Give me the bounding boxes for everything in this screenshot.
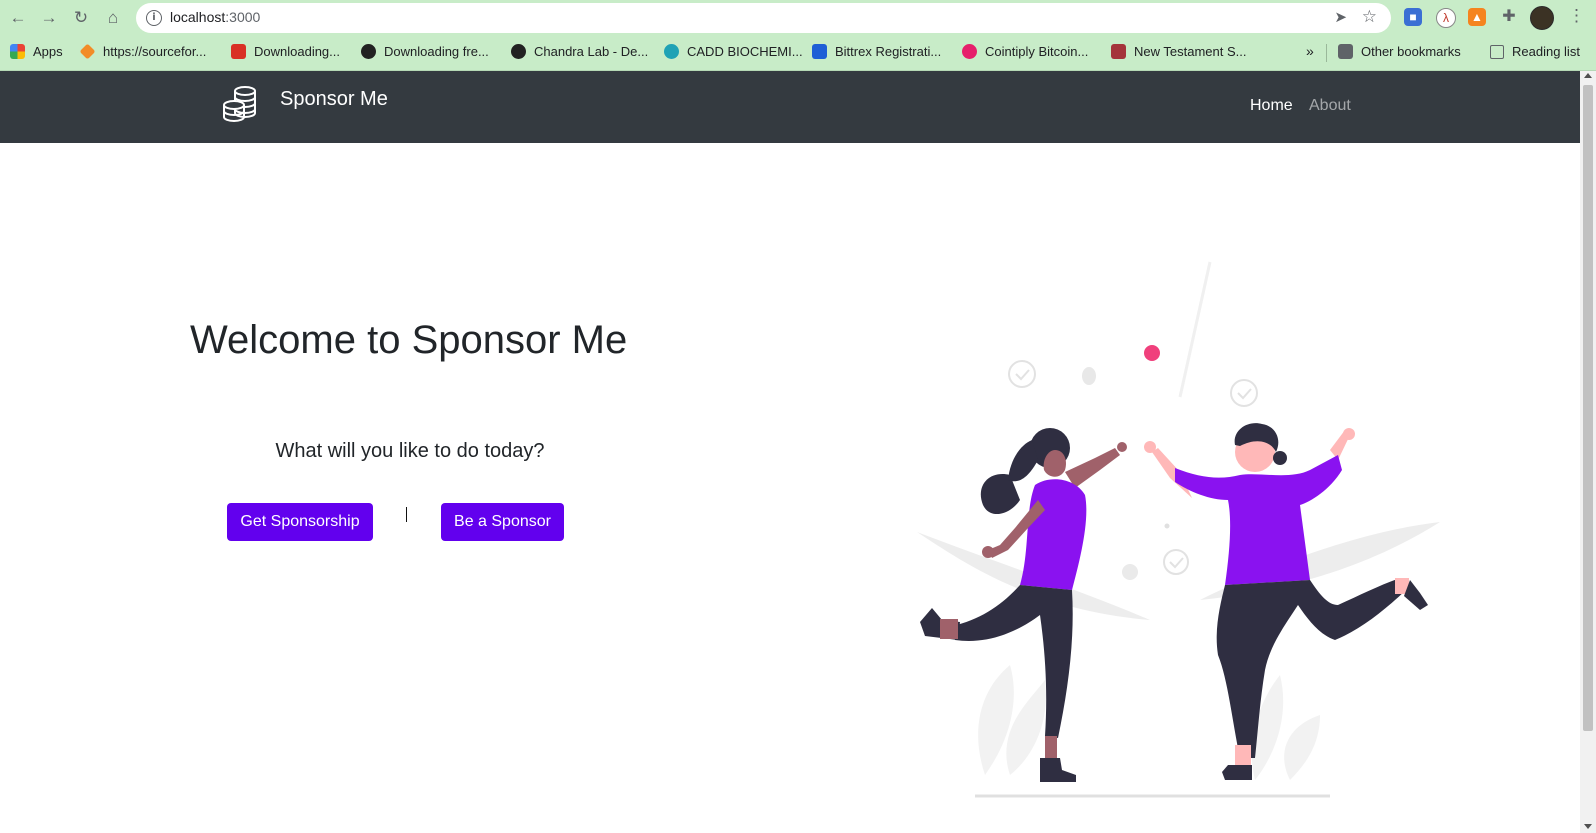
more-bookmarks-chevron[interactable]: » — [1306, 43, 1314, 59]
celebration-illustration — [917, 261, 1440, 798]
bookmark-new-testament[interactable]: New Testament S... — [1111, 44, 1246, 59]
check-circle-icon — [1230, 379, 1258, 407]
bookmark-label: Apps — [33, 44, 63, 59]
confetti-dot — [1122, 564, 1138, 580]
bookmarks-bar: Apps https://sourcefor... Downloading...… — [0, 36, 1596, 71]
bookmark-label: Chandra Lab - De... — [534, 44, 649, 59]
bookmark-sourceforge[interactable]: https://sourcefor... — [79, 43, 207, 60]
shield-crest-icon — [1111, 44, 1126, 59]
coins-stack-icon[interactable] — [222, 85, 258, 123]
bookmark-label: Bittrex Registrati... — [835, 44, 942, 59]
app-navbar: Sponsor Me Home About — [0, 71, 1580, 143]
page-title: Welcome to Sponsor Me — [190, 318, 628, 362]
back-icon[interactable]: ← — [6, 6, 30, 30]
metamask-fox-icon[interactable]: ▲ — [1468, 8, 1486, 26]
leaf-shape — [1284, 715, 1320, 780]
scroll-down-arrow-icon[interactable] — [1584, 824, 1592, 829]
bookmark-label: https://sourcefor... — [103, 44, 207, 59]
check-icon — [1015, 369, 1030, 381]
man-figure — [1144, 423, 1428, 780]
globe-icon — [511, 44, 526, 59]
bookmark-star-icon[interactable]: ☆ — [1362, 7, 1377, 27]
nav-link-about[interactable]: About — [1309, 97, 1351, 115]
shield-extension-icon[interactable]: ■ — [1404, 8, 1422, 26]
bookmark-label: Reading list — [1512, 44, 1580, 59]
scrollbar-thumb[interactable] — [1583, 85, 1593, 731]
globe-icon — [361, 44, 376, 59]
lambda-extension-icon[interactable]: λ — [1436, 8, 1456, 28]
bookmark-cadd[interactable]: CADD BIOCHEMI... — [664, 44, 803, 59]
check-circle-icon — [1008, 360, 1036, 388]
url-host: localhost — [170, 9, 226, 25]
brand-name[interactable]: Sponsor Me — [280, 88, 388, 111]
cointiply-icon — [962, 44, 977, 59]
hero-subtitle: What will you like to do today? — [275, 440, 545, 462]
scroll-up-arrow-icon[interactable] — [1584, 73, 1592, 78]
reload-icon[interactable]: ↻ — [69, 6, 93, 30]
apps-grid-icon — [10, 44, 25, 59]
profile-avatar[interactable] — [1530, 6, 1554, 30]
bookmark-downloading-2[interactable]: Downloading fre... — [361, 44, 489, 59]
confetti-dot — [1144, 345, 1160, 361]
page-scrollbar[interactable] — [1580, 71, 1596, 833]
reading-list-icon — [1490, 45, 1504, 59]
bittrex-icon — [812, 44, 827, 59]
url-text[interactable]: localhost:3000 — [170, 9, 260, 25]
bookmark-label: Downloading fre... — [384, 44, 489, 59]
check-icon — [1169, 557, 1184, 569]
bookmark-bittrex[interactable]: Bittrex Registrati... — [812, 44, 941, 59]
forward-icon[interactable]: → — [37, 6, 61, 30]
download-site-icon — [231, 44, 246, 59]
text-cursor — [406, 507, 407, 522]
bookmark-label: New Testament S... — [1134, 44, 1247, 59]
bookmark-label: CADD BIOCHEMI... — [687, 44, 803, 59]
get-sponsorship-button[interactable]: Get Sponsorship — [227, 503, 373, 541]
home-icon[interactable]: ⌂ — [101, 6, 125, 30]
reading-list[interactable]: Reading list — [1490, 44, 1580, 59]
folder-icon — [1338, 44, 1353, 59]
other-bookmarks[interactable]: Other bookmarks — [1338, 44, 1461, 59]
bookmark-label: Other bookmarks — [1361, 44, 1461, 59]
check-icon — [1237, 388, 1252, 400]
confetti-streak — [1178, 261, 1212, 398]
nav-link-home[interactable]: Home — [1250, 97, 1293, 115]
bookmarks-divider — [1326, 44, 1327, 62]
be-a-sponsor-button[interactable]: Be a Sponsor — [441, 503, 564, 541]
bookmark-downloading-1[interactable]: Downloading... — [231, 44, 340, 59]
browser-menu-icon[interactable]: ⋮ — [1568, 6, 1585, 26]
check-circle-icon — [1163, 549, 1189, 575]
cadd-icon — [664, 44, 679, 59]
bookmark-label: Downloading... — [254, 44, 340, 59]
bookmark-chandra-lab[interactable]: Chandra Lab - De... — [511, 44, 648, 59]
confetti-dot — [1082, 367, 1096, 385]
send-tab-icon[interactable]: ➤ — [1334, 8, 1347, 26]
url-port: :3000 — [225, 9, 261, 25]
extensions-puzzle-icon[interactable]: ✚ — [1500, 8, 1518, 26]
sourceforge-icon — [79, 43, 96, 60]
bookmark-label: Cointiply Bitcoin... — [985, 44, 1089, 59]
bookmark-cointiply[interactable]: Cointiply Bitcoin... — [962, 44, 1088, 59]
bookmark-apps[interactable]: Apps — [10, 44, 63, 59]
confetti-dot — [1164, 523, 1170, 529]
site-info-icon[interactable]: i — [146, 10, 162, 26]
browser-toolbar: ← → ↻ ⌂ i localhost:3000 ➤ ☆ ■ λ ▲ ✚ ⋮ — [0, 0, 1596, 36]
address-bar[interactable]: i localhost:3000 ➤ ☆ — [136, 3, 1391, 33]
